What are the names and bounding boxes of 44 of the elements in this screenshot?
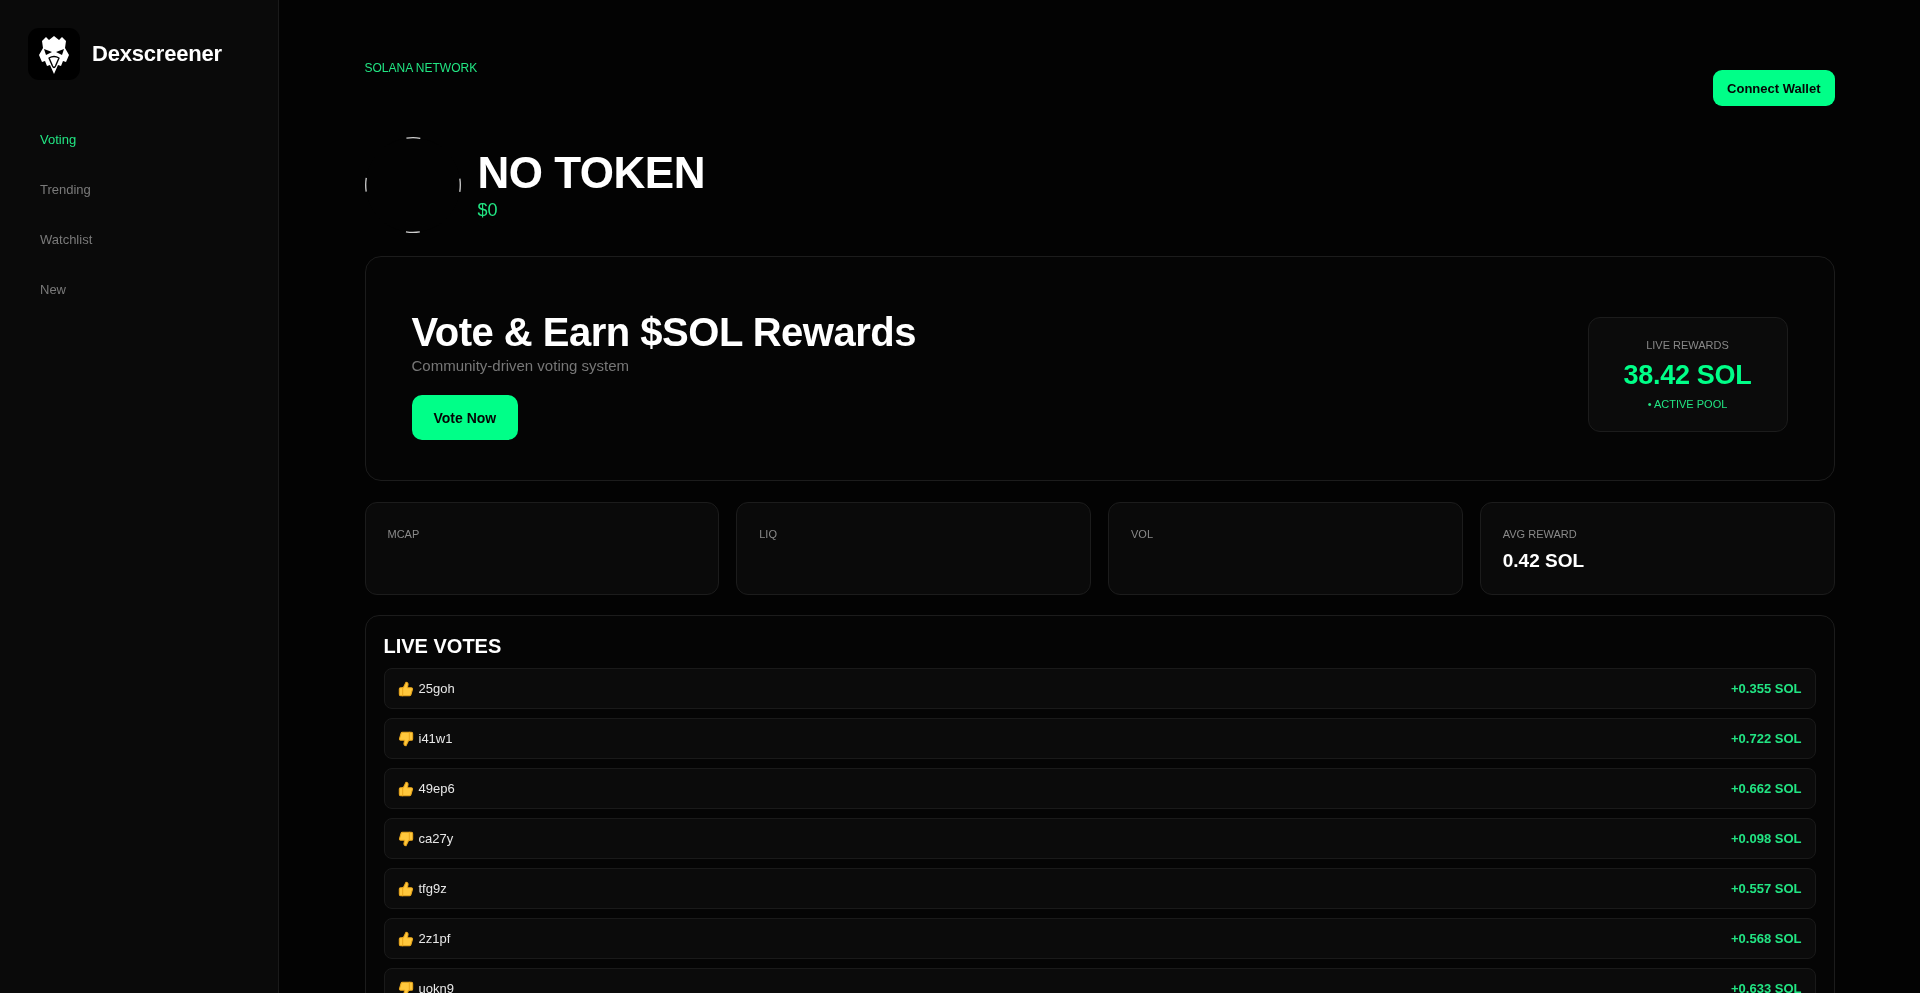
vote-reward: +0.557 SOL [1731, 879, 1802, 898]
thumbs-up-icon [397, 780, 414, 797]
rewards-value: 38.42 SOL [1623, 358, 1752, 391]
nav-link[interactable]: Trending [28, 165, 103, 215]
token-name: NO TOKEN [477, 149, 705, 197]
stat-label: LIQ [759, 527, 777, 541]
vote-reward: +0.662 SOL [1731, 779, 1802, 798]
token-avatar-icon [364, 137, 461, 233]
vote-now-button[interactable]: Vote Now [411, 395, 519, 440]
thumbs-down-icon [397, 730, 414, 747]
voter-id: 2z1pf [418, 929, 451, 948]
network-label: SOLANA NETWORK [364, 61, 478, 75]
voter-id: uokn9 [418, 979, 454, 993]
voter-id: i41w1 [418, 729, 453, 748]
thumbs-up-icon [397, 880, 414, 897]
voter-id: tfg9z [418, 879, 447, 898]
nav-link[interactable]: New [28, 265, 78, 315]
stat-label: MCAP [387, 527, 420, 541]
voter-id: 25goh [418, 679, 455, 698]
thumbs-down-icon [397, 830, 414, 847]
voter-id: 49ep6 [418, 779, 455, 798]
thumbs-up-icon [397, 930, 414, 947]
thumbs-up-icon [397, 680, 414, 697]
stat-label: VOL [1131, 527, 1153, 541]
vote-reward: +0.633 SOL [1731, 979, 1802, 993]
vote-reward: +0.568 SOL [1731, 929, 1802, 948]
pool-status: • ACTIVE POOL [1647, 396, 1728, 411]
panel-title: LIVE VOTES [383, 634, 503, 658]
vote-reward: +0.355 SOL [1731, 679, 1802, 698]
stat-label: AVG REWARD [1502, 527, 1577, 541]
thumbs-down-icon [397, 980, 414, 993]
nav-link[interactable]: Voting [28, 115, 89, 165]
brand-name: Dexscreener [92, 41, 222, 67]
vote-reward: +0.722 SOL [1731, 729, 1802, 748]
voter-id: ca27y [418, 829, 454, 848]
vote-reward: +0.098 SOL [1731, 829, 1802, 848]
rewards-label: LIVE REWARDS [1646, 337, 1729, 352]
banner-title: Vote & Earn $SOL Rewards [411, 309, 916, 356]
nav-link[interactable]: Watchlist [28, 215, 105, 265]
stat-value: 0.42 SOL [1502, 549, 1585, 573]
connect-wallet-button[interactable]: Connect Wallet [1713, 70, 1835, 106]
banner-subtitle: Community-driven voting system [411, 356, 630, 376]
token-price: $0 [477, 199, 499, 221]
eagle-head-logo-icon [28, 28, 80, 80]
